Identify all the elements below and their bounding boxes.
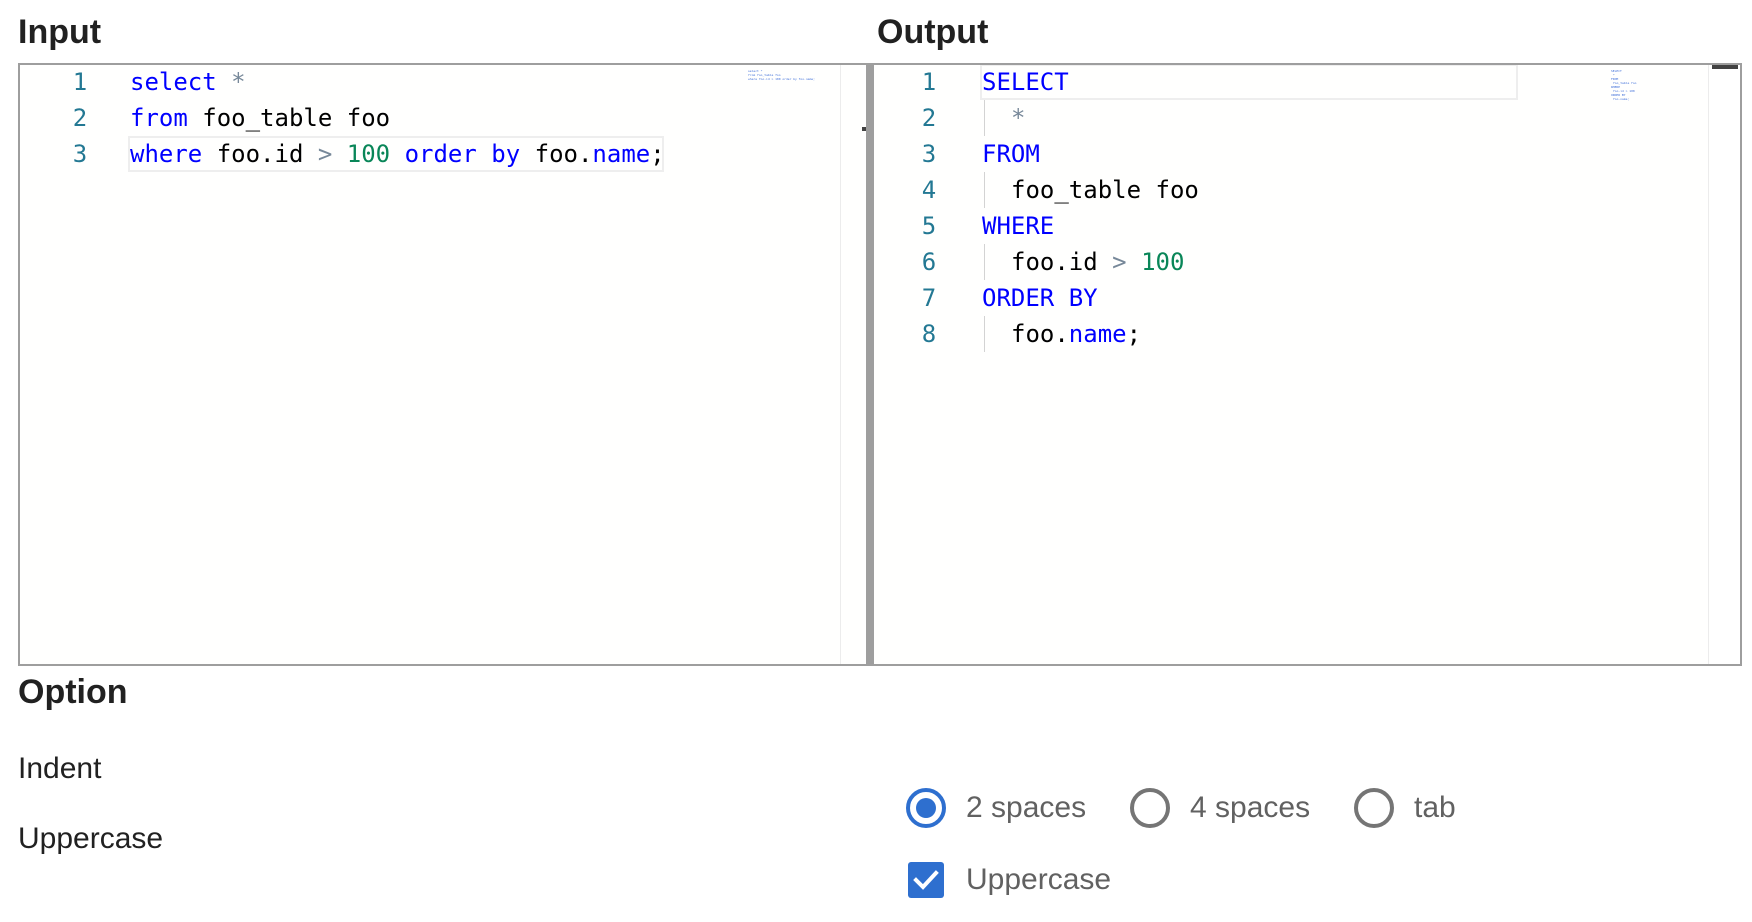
code-token: foo. — [1011, 320, 1069, 348]
code-token: FROM — [982, 140, 1040, 168]
code-token: foo.id — [1011, 248, 1113, 276]
code-token: from — [130, 104, 188, 132]
line-number: 2 — [72, 104, 88, 132]
code-line: 1 select * — [20, 65, 872, 100]
code-line: 3 FROM — [874, 136, 1740, 172]
output-heading: Output — [877, 13, 989, 51]
code-text: where foo.id > 100 order by foo.name; — [130, 136, 665, 172]
code-text: FROM — [982, 136, 1040, 172]
indent-radio-label[interactable]: tab — [1414, 788, 1456, 828]
code-token: ORDER BY — [982, 284, 1098, 312]
code-token: > — [1112, 248, 1127, 276]
code-token: 100 — [346, 140, 391, 168]
uppercase-checkbox-label[interactable]: Uppercase — [966, 860, 1111, 900]
checkmark-icon — [913, 870, 939, 890]
line-number: 7 — [921, 284, 937, 312]
uppercase-checkbox[interactable] — [908, 862, 944, 898]
line-number: 5 — [921, 212, 937, 240]
code-line: 7 ORDER BY — [874, 280, 1740, 316]
code-token: by — [491, 140, 521, 168]
code-token: * — [231, 68, 246, 96]
indent-radio-label[interactable]: 2 spaces — [966, 788, 1086, 828]
code-text: * — [1011, 100, 1025, 136]
line-number: 4 — [921, 176, 937, 204]
indent-radio-label[interactable]: 4 spaces — [1190, 788, 1310, 828]
code-token: * — [1011, 104, 1026, 132]
code-token: ; — [1126, 320, 1142, 348]
input-editor[interactable]: select * from foo_table foo where foo.id >… — [18, 63, 872, 666]
code-line: 6 foo.id > 100 — [874, 244, 1740, 280]
line-number: 3 — [72, 140, 88, 168]
indent-radio-2[interactable] — [1130, 788, 1170, 828]
code-text: SELECT — [982, 65, 1069, 100]
code-token: ; — [650, 140, 665, 168]
code-line: 8 foo.name; — [874, 316, 1740, 352]
code-token: SELECT — [982, 68, 1069, 96]
indent-guide — [984, 100, 985, 136]
code-token: select — [130, 68, 217, 96]
code-token: name — [592, 140, 651, 168]
code-token: foo.id — [202, 140, 318, 168]
indent-label: Indent — [18, 752, 102, 785]
indent-guide — [984, 172, 985, 208]
code-line: 4 foo_table foo — [874, 172, 1740, 208]
line-number: 2 — [921, 104, 937, 132]
line-number: 1 — [921, 68, 937, 96]
code-token: foo_table foo — [1011, 176, 1199, 204]
code-token: foo. — [520, 140, 593, 168]
line-number: 1 — [72, 68, 88, 96]
code-text: foo.name; — [1011, 316, 1141, 352]
code-line: 2 from foo_table foo — [20, 100, 872, 136]
code-text: ORDER BY — [982, 280, 1098, 316]
code-token: foo_table foo — [187, 104, 391, 132]
indent-guide — [984, 316, 985, 352]
code-line: 2 * — [874, 100, 1740, 136]
option-heading: Option — [18, 673, 128, 711]
indent-radio-3[interactable] — [1354, 788, 1394, 828]
code-token: > — [317, 140, 333, 168]
code-token: where — [130, 140, 203, 168]
indent-guide — [984, 244, 985, 280]
code-token: order — [404, 140, 477, 168]
code-text: from foo_table foo — [130, 100, 390, 136]
code-token: name — [1068, 320, 1127, 348]
code-line: 1 SELECT — [874, 65, 1740, 100]
input-heading: Input — [18, 13, 102, 51]
uppercase-label: Uppercase — [18, 822, 164, 855]
output-editor[interactable]: SELECT * FROM foo_table foo WHERE foo.id > 10… — [872, 63, 1742, 666]
code-text: WHERE — [982, 208, 1054, 244]
line-number: 6 — [921, 248, 937, 276]
line-number: 8 — [921, 320, 937, 348]
code-token: WHERE — [982, 212, 1055, 240]
code-text: foo_table foo — [1011, 172, 1199, 208]
code-token: 100 — [1141, 248, 1185, 276]
code-text: select * — [130, 65, 246, 100]
code-line: 5 WHERE — [874, 208, 1740, 244]
line-number: 3 — [921, 140, 937, 168]
code-text: foo.id > 100 — [1011, 244, 1184, 280]
indent-radio-1[interactable] — [906, 788, 946, 828]
code-line: 3 where foo.id > 100 order by foo.name; — [20, 136, 872, 172]
